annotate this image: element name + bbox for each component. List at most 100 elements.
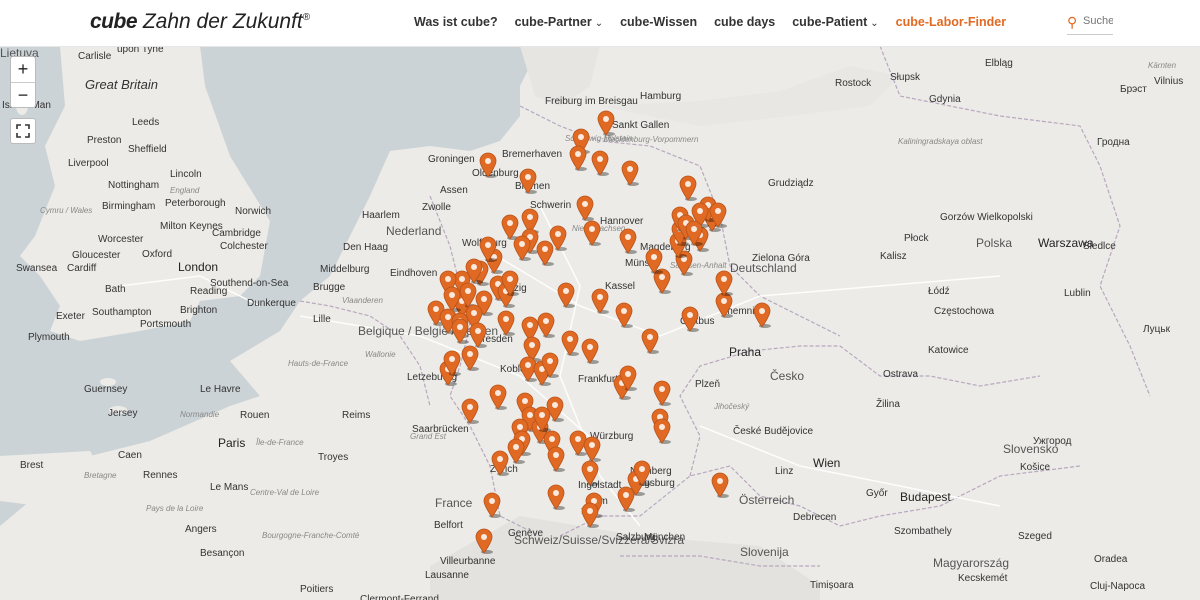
lab-marker[interactable] bbox=[575, 195, 595, 221]
lab-marker[interactable] bbox=[582, 436, 602, 462]
lab-marker[interactable] bbox=[460, 398, 480, 424]
map-label: Dunkerque bbox=[247, 298, 296, 309]
map-label: Nederland bbox=[386, 224, 442, 238]
search-box[interactable]: ⚲ bbox=[1067, 14, 1113, 35]
map-label: England bbox=[170, 186, 200, 195]
lab-marker[interactable] bbox=[464, 258, 484, 284]
fullscreen-button[interactable] bbox=[10, 118, 36, 144]
zoom-out-button[interactable]: − bbox=[11, 83, 35, 108]
lab-marker[interactable] bbox=[752, 302, 772, 328]
lab-marker[interactable] bbox=[512, 235, 532, 261]
map-label: Gloucester bbox=[72, 250, 121, 261]
map-label: Rennes bbox=[143, 470, 178, 481]
lab-marker[interactable] bbox=[582, 220, 602, 246]
nav-item-4[interactable]: cube-Patient ⌄ bbox=[792, 15, 878, 29]
lab-marker[interactable] bbox=[535, 240, 555, 266]
lab-marker[interactable] bbox=[482, 492, 502, 518]
zoom-control: + − bbox=[10, 56, 36, 108]
lab-marker[interactable] bbox=[652, 380, 672, 406]
map-label: Oradea bbox=[1094, 554, 1128, 565]
map-label: Magyarország bbox=[933, 556, 1010, 570]
map-label: Košice bbox=[1020, 462, 1051, 473]
lab-marker[interactable] bbox=[580, 460, 600, 486]
map-label: Cluj-Napoca bbox=[1090, 581, 1146, 592]
lab-marker[interactable] bbox=[684, 220, 704, 246]
lab-marker[interactable] bbox=[652, 418, 672, 444]
lab-marker[interactable] bbox=[568, 145, 588, 171]
lab-marker[interactable] bbox=[596, 110, 616, 136]
nav-label: cube-Labor-Finder bbox=[895, 15, 1007, 29]
nav-item-2[interactable]: cube-Wissen bbox=[620, 15, 697, 29]
lab-marker[interactable] bbox=[560, 330, 580, 356]
map-pin-icon bbox=[536, 240, 554, 266]
map-label: České Budějovice bbox=[733, 426, 814, 437]
labor-map[interactable]: Carlisleupon TyneGreat BritainIsle of Ma… bbox=[0, 46, 1200, 600]
lab-marker[interactable] bbox=[540, 352, 560, 378]
lab-marker[interactable] bbox=[710, 472, 730, 498]
map-label: Salzburg bbox=[616, 532, 656, 543]
map-label: Freiburg im Breisgau bbox=[545, 96, 638, 107]
lab-marker[interactable] bbox=[488, 384, 508, 410]
lab-marker[interactable] bbox=[614, 302, 634, 328]
map-label: Brugge bbox=[313, 282, 346, 293]
lab-marker[interactable] bbox=[556, 282, 576, 308]
lab-marker[interactable] bbox=[620, 160, 640, 186]
lab-marker[interactable] bbox=[532, 406, 552, 432]
lab-marker[interactable] bbox=[536, 312, 556, 338]
map-label: Assen bbox=[440, 185, 468, 196]
nav-label: Was ist cube? bbox=[414, 15, 498, 29]
map-label: Timișoara bbox=[810, 580, 854, 591]
lab-marker[interactable] bbox=[460, 345, 480, 371]
lab-marker[interactable] bbox=[478, 152, 498, 178]
lab-marker[interactable] bbox=[708, 202, 728, 228]
map-label: Rostock bbox=[835, 78, 872, 89]
lab-marker[interactable] bbox=[644, 248, 664, 274]
map-label: Grand Est bbox=[410, 432, 447, 441]
nav-item-3[interactable]: cube days bbox=[714, 15, 775, 29]
map-label: Eindhoven bbox=[390, 268, 438, 279]
lab-marker[interactable] bbox=[490, 450, 510, 476]
lab-marker[interactable] bbox=[518, 168, 538, 194]
lab-marker[interactable] bbox=[632, 460, 652, 486]
lab-marker[interactable] bbox=[496, 310, 516, 336]
nav-item-1[interactable]: cube-Partner ⌄ bbox=[515, 15, 604, 29]
search-input[interactable] bbox=[1083, 15, 1113, 27]
lab-marker[interactable] bbox=[618, 365, 638, 391]
map-label: Брэст bbox=[1120, 84, 1147, 95]
map-label: Southampton bbox=[92, 307, 152, 318]
map-label: Brighton bbox=[180, 305, 218, 316]
search-icon[interactable]: ⚲ bbox=[1067, 14, 1077, 31]
site-logo[interactable]: cube Zahn der Zukunft® bbox=[90, 10, 310, 34]
lab-marker[interactable] bbox=[618, 228, 638, 254]
lab-marker[interactable] bbox=[546, 446, 566, 472]
map-pin-icon bbox=[479, 152, 497, 178]
lab-marker[interactable] bbox=[714, 270, 734, 296]
lab-marker[interactable] bbox=[590, 150, 610, 176]
map-pin-icon bbox=[619, 365, 637, 391]
site-header: cube Zahn der Zukunft® Was ist cube? cube… bbox=[0, 0, 1200, 47]
map-pin-icon bbox=[709, 202, 727, 228]
lab-marker[interactable] bbox=[500, 270, 520, 296]
map-pin-icon bbox=[475, 528, 493, 554]
map-label: Clermont-Ferrand bbox=[360, 594, 439, 600]
lab-marker[interactable] bbox=[580, 502, 600, 528]
zoom-in-button[interactable]: + bbox=[11, 57, 35, 83]
lab-marker[interactable] bbox=[616, 486, 636, 512]
lab-marker[interactable] bbox=[474, 528, 494, 554]
map-label: Liverpool bbox=[68, 158, 109, 169]
nav-item-0[interactable]: Was ist cube? bbox=[414, 15, 498, 29]
lab-marker[interactable] bbox=[450, 318, 470, 344]
lab-marker[interactable] bbox=[680, 306, 700, 332]
lab-marker[interactable] bbox=[580, 338, 600, 364]
map-label: Sankt Gallen bbox=[612, 120, 670, 131]
lab-marker[interactable] bbox=[442, 350, 462, 376]
lab-marker[interactable] bbox=[678, 175, 698, 201]
map-pin-icon bbox=[583, 220, 601, 246]
nav-item-5[interactable]: cube-Labor-Finder bbox=[896, 15, 1006, 29]
map-label: Гродна bbox=[1097, 137, 1130, 148]
lab-marker[interactable] bbox=[640, 328, 660, 354]
map-label: Szombathely bbox=[894, 526, 952, 537]
map-label: Guernsey bbox=[84, 384, 128, 395]
lab-marker[interactable] bbox=[546, 484, 566, 510]
lab-marker[interactable] bbox=[590, 288, 610, 314]
